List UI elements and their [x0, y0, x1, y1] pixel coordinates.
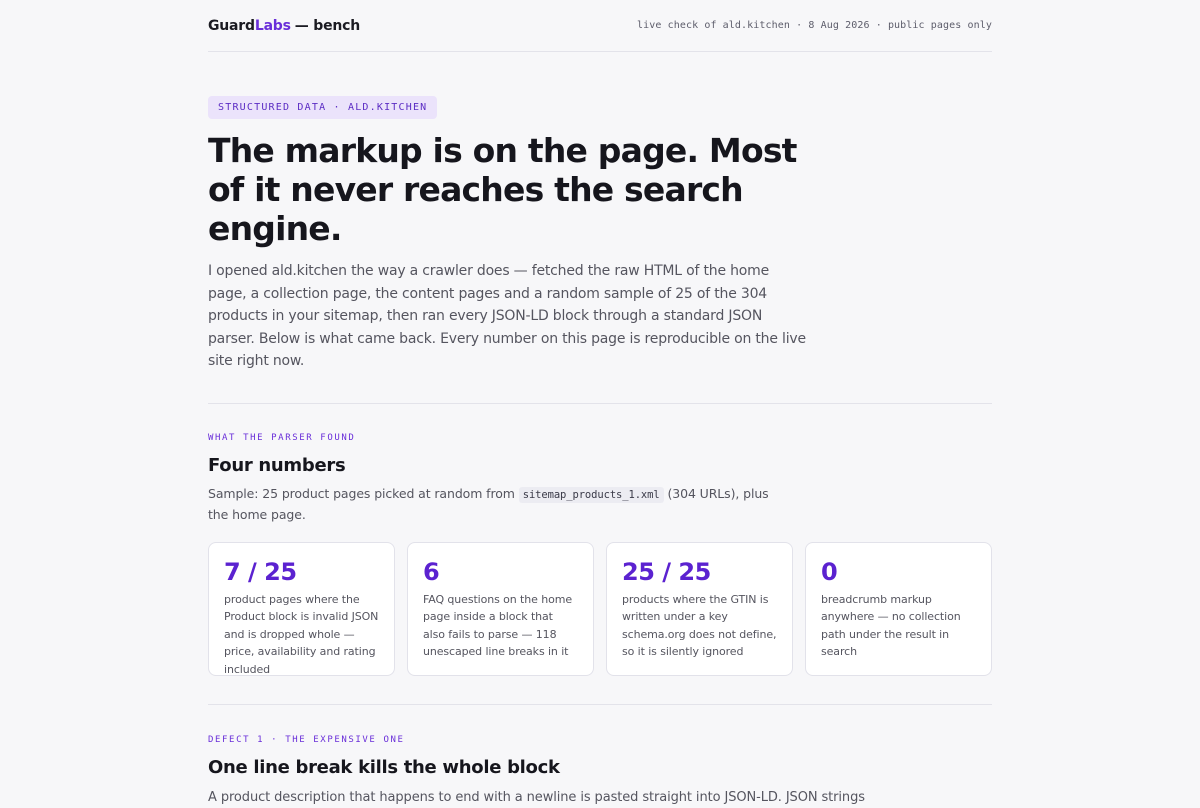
stat-value: 6	[423, 557, 440, 586]
page-title: The markup is on the page. Most of it ne…	[208, 131, 797, 248]
top-bar: Guard Labs — bench live check of ald.kitch…	[208, 0, 992, 52]
stat-card: 7 / 25 product pages where the Product b…	[208, 541, 395, 676]
stat-value: 25 / 25	[622, 557, 711, 586]
stat-card: 0 breadcrumb markup anywhere — no collec…	[805, 541, 992, 676]
brand-suffix: — bench	[294, 17, 361, 34]
sitemap-filename: sitemap_products_1.xml	[518, 486, 664, 503]
findings-section: WHAT THE PARSER FOUND Four numbers Sampl…	[208, 433, 992, 676]
stat-value: 0	[821, 557, 838, 586]
defect-paragraph: A product description that happens to en…	[208, 789, 865, 805]
stat-description: product pages where the Product block is…	[224, 592, 379, 676]
page-container: Guard Labs — bench live check of ald.kitch…	[208, 0, 992, 808]
stat-value: 7 / 25	[224, 557, 297, 586]
stat-card: 25 / 25 products where the GTIN is writt…	[606, 541, 793, 676]
stat-description: FAQ questions on the home page inside a …	[423, 592, 572, 659]
stat-description: products where the GTIN is written under…	[622, 592, 777, 659]
section-tag: STRUCTURED DATA · ALD.KITCHEN	[208, 96, 438, 119]
brand-logo[interactable]: Guard Labs — bench	[208, 18, 360, 34]
divider	[208, 402, 992, 404]
sample-note-before: Sample: 25 product pages picked at rando…	[208, 485, 519, 501]
intro-paragraph: I opened ald.kitchen the way a crawler d…	[208, 263, 806, 369]
defect-kicker: DEFECT 1 · THE EXPENSIVE ONE	[208, 734, 405, 745]
brand-guard: Guard	[208, 17, 255, 34]
findings-kicker: WHAT THE PARSER FOUND	[208, 432, 356, 443]
findings-heading: Four numbers	[208, 454, 346, 476]
stat-description: breadcrumb markup anywhere — no collecti…	[821, 592, 961, 659]
stat-card: 6 FAQ questions on the home page inside …	[407, 541, 594, 676]
defect-heading: One line break kills the whole block	[208, 756, 560, 778]
sample-note: Sample: 25 product pages picked at rando…	[208, 484, 788, 525]
divider	[208, 703, 992, 705]
hero-section: STRUCTURED DATA · ALD.KITCHEN The markup…	[208, 52, 992, 373]
stat-cards: 7 / 25 product pages where the Product b…	[208, 541, 992, 676]
check-meta: live check of ald.kitchen · 8 Aug 2026 ·…	[637, 20, 992, 31]
brand-labs: Labs	[254, 17, 291, 34]
defect-section: DEFECT 1 · THE EXPENSIVE ONE One line br…	[208, 735, 992, 808]
